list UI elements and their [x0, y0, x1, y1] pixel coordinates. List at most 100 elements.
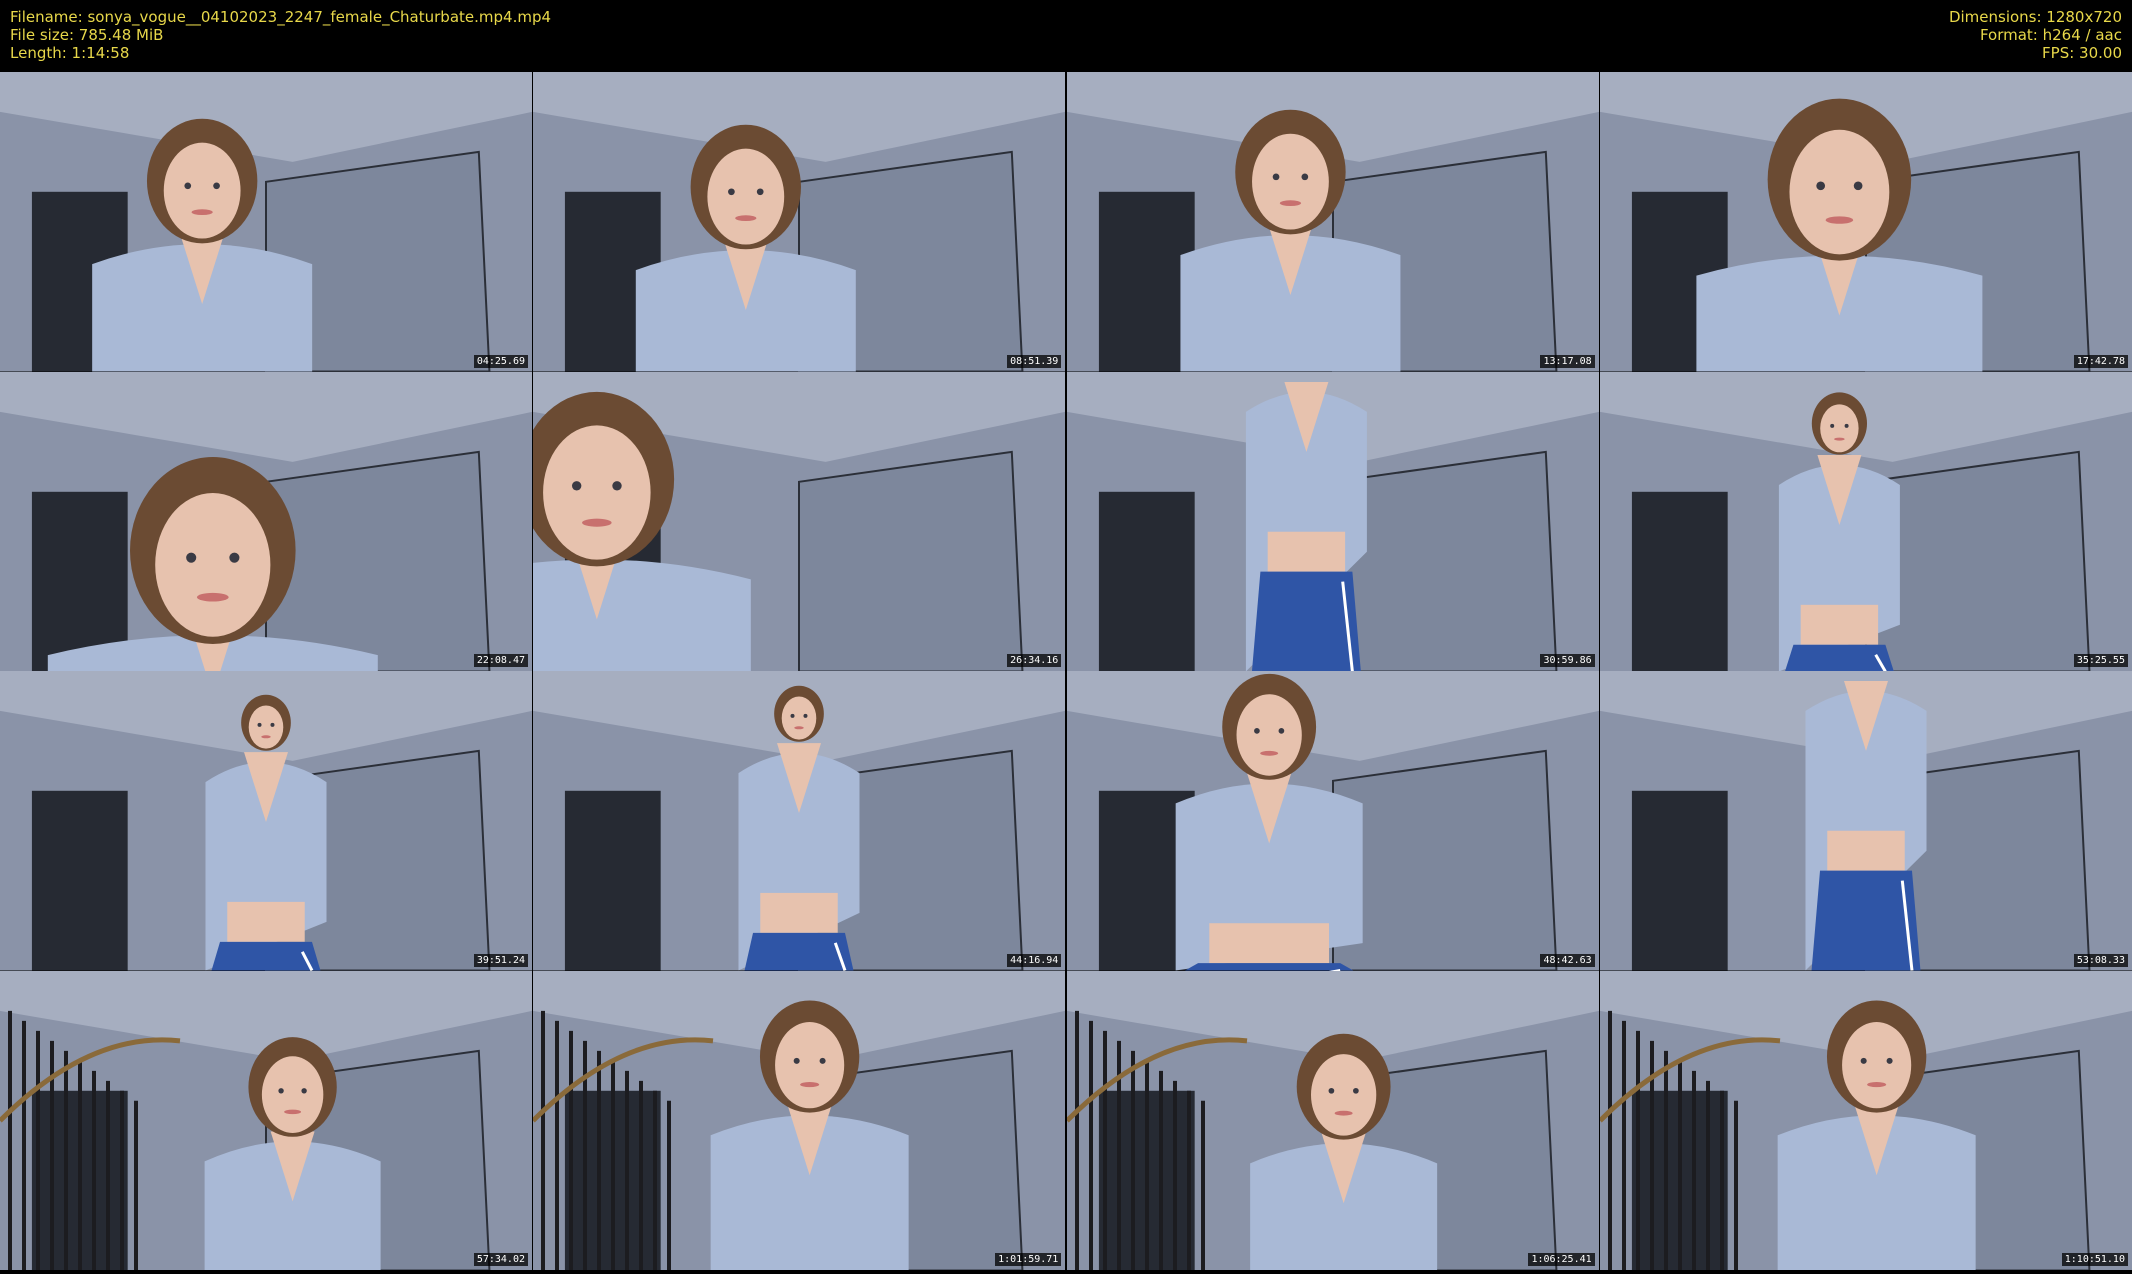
thumbnail-image [1599, 970, 2132, 1270]
dimensions-text: Dimensions: 1280x720 [1948, 8, 2122, 26]
midriff [760, 892, 839, 933]
timestamp-label: 57:34.02 [473, 1253, 528, 1266]
video-thumbnail[interactable]: 48:42.63 [1066, 671, 1599, 971]
video-thumbnail[interactable]: 04:25.69 [0, 72, 532, 372]
eye [1328, 1087, 1334, 1094]
video-thumbnail[interactable]: 26:34.16 [533, 371, 1066, 671]
info-header: Filename: sonya_vogue__04102023_2247_fem… [0, 0, 2132, 72]
thumbnail-image [1066, 970, 1599, 1270]
face [1820, 403, 1859, 452]
timestamp-label: 30:59.86 [1540, 654, 1595, 667]
video-thumbnail[interactable]: 39:51.24 [0, 671, 532, 971]
timestamp-label: 48:42.63 [1540, 953, 1595, 967]
wall-panel [798, 450, 1024, 671]
thumbnail-image [1066, 371, 1599, 671]
mouth [1259, 750, 1278, 756]
thumbnail-image [533, 72, 1066, 372]
eye [1860, 1057, 1867, 1064]
face [1842, 1021, 1912, 1108]
thumbnail-image [1066, 72, 1599, 372]
thumbnail-image [1599, 72, 2132, 372]
door [1098, 191, 1195, 372]
eye [1844, 423, 1849, 428]
video-thumbnail[interactable]: 35:25.55 [1599, 371, 2132, 671]
eye [819, 1057, 826, 1064]
thumbnail-image [0, 671, 532, 971]
mouth [261, 735, 271, 739]
video-thumbnail[interactable]: 22:08.47 [0, 371, 532, 671]
eye [257, 722, 262, 727]
eye [757, 188, 764, 196]
face [248, 705, 284, 749]
eye [278, 1087, 284, 1093]
mouth [1825, 216, 1854, 224]
video-thumbnail[interactable]: 17:42.78 [1599, 72, 2132, 372]
video-thumbnail[interactable]: 44:16.94 [533, 671, 1066, 971]
mouth [735, 215, 757, 222]
mouth [1334, 1110, 1353, 1116]
timestamp-label: 39:51.24 [473, 953, 528, 967]
video-thumbnail[interactable]: 1:10:51.10 [1599, 970, 2132, 1270]
timestamp-label: 1:01:59.71 [995, 1253, 1062, 1266]
video-thumbnail[interactable]: 1:01:59.71 [533, 970, 1066, 1270]
mouth [582, 518, 612, 527]
mouth [1834, 437, 1845, 441]
eye [728, 188, 736, 196]
eye [1253, 728, 1260, 734]
eye [213, 182, 220, 190]
format-text: Format: h264 / aac [1979, 26, 2122, 44]
thumbnail-image [0, 72, 532, 372]
eye [572, 480, 582, 491]
video-thumbnail[interactable]: 1:06:25.41 [1066, 970, 1599, 1270]
timestamp-label: 1:06:25.41 [1528, 1253, 1595, 1266]
face [543, 424, 651, 560]
shirt [533, 558, 752, 671]
filename-text: Filename: sonya_vogue__04102023_2247_fem… [10, 8, 552, 26]
eye [1278, 728, 1284, 734]
eye [1830, 423, 1835, 428]
mouth [1867, 1081, 1887, 1087]
face [1251, 133, 1329, 230]
midriff [1208, 923, 1329, 964]
eye [229, 552, 240, 563]
thumbnail-image [533, 671, 1066, 971]
eye [1816, 181, 1826, 191]
eye [270, 722, 275, 727]
door [1631, 491, 1728, 671]
fps-text: FPS: 30.00 [2042, 44, 2122, 62]
mouth [196, 592, 229, 602]
mouth [794, 726, 805, 730]
thumbnail-image [533, 970, 1066, 1270]
video-thumbnail[interactable]: 53:08.33 [1599, 671, 2132, 971]
midriff [227, 901, 305, 942]
timestamp-label: 17:42.78 [2073, 354, 2128, 368]
door [1098, 491, 1195, 671]
thumbnail-grid: 04:25.69 08:51.39 13:17.08 17:42.78 22:08.47… [0, 72, 2132, 1274]
timestamp-label: 26:34.16 [1007, 654, 1062, 667]
timestamp-label: 44:16.94 [1007, 953, 1062, 967]
door [565, 790, 662, 971]
video-thumbnail[interactable]: 30:59.86 [1066, 371, 1599, 671]
thumbnail-image [0, 970, 532, 1270]
eye [301, 1087, 307, 1093]
eye [184, 182, 192, 190]
midriff [1827, 830, 1905, 871]
thumbnail-image [1066, 671, 1599, 971]
timestamp-label: 04:25.69 [473, 354, 528, 368]
eye [790, 713, 795, 718]
wall-panel [1331, 749, 1558, 971]
video-thumbnail[interactable]: 08:51.39 [533, 72, 1066, 372]
door [1631, 790, 1728, 971]
face [1789, 129, 1890, 255]
timestamp-label: 53:08.33 [2073, 953, 2128, 967]
door [31, 790, 128, 971]
midriff [1267, 531, 1345, 572]
eye [1886, 1057, 1893, 1064]
mouth [800, 1081, 820, 1087]
timestamp-label: 13:17.08 [1540, 354, 1595, 368]
video-thumbnail[interactable]: 57:34.02 [0, 970, 532, 1270]
eye [1352, 1087, 1359, 1094]
timestamp-label: 22:08.47 [473, 654, 528, 667]
eye [1272, 173, 1280, 181]
video-thumbnail[interactable]: 13:17.08 [1066, 72, 1599, 372]
